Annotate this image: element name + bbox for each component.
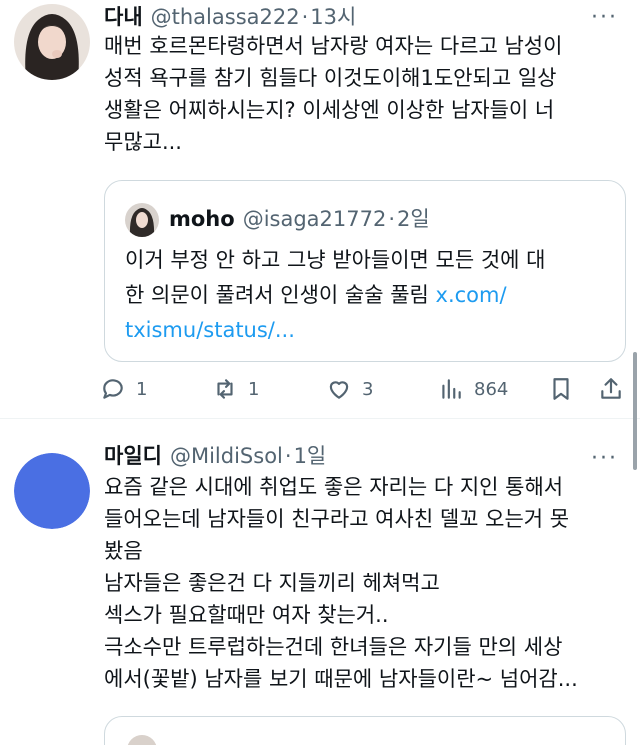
like-button[interactable]: 3 bbox=[326, 374, 373, 404]
user-handle[interactable]: @thalassa222 bbox=[151, 2, 300, 32]
view-count: 864 bbox=[474, 378, 509, 400]
tweet-text-line: 에서(꽃밭) 남자를 보기 때문에 남자들이란~ 넘어감... bbox=[104, 667, 578, 691]
quoted-avatar[interactable] bbox=[125, 203, 159, 237]
avatar-photo bbox=[14, 453, 90, 529]
tweet-text-line: 요즘 같은 시대에 취업도 좋은 자리는 다 지인 통해서 bbox=[104, 475, 564, 499]
tweet-1[interactable]: 다내 @thalassa222 · 13시 ··· 매번 호르몬타령하면서 남자… bbox=[0, 0, 640, 418]
share-icon bbox=[601, 378, 621, 399]
reply-icon bbox=[103, 379, 123, 399]
tweet-text-line: 섹스가 필요할때만 여자 찾는거.. bbox=[104, 603, 389, 627]
like-count: 3 bbox=[362, 378, 374, 400]
quoted-text-line: 이거 부정 안 하고 그냥 받아들이면 모든 것에 대 bbox=[125, 248, 546, 272]
bookmark-icon bbox=[553, 378, 569, 400]
quoted-link[interactable]: x.com/ bbox=[436, 283, 507, 307]
quoted-user-handle[interactable]: @isaga21772 bbox=[243, 203, 387, 235]
quoted-display-name[interactable]: moho bbox=[169, 203, 235, 235]
tweet-text-line: 극소수만 트루럽하는건데 한녀들은 자기들 만의 세상 bbox=[104, 635, 563, 659]
heart-icon bbox=[329, 381, 349, 399]
more-options-icon[interactable]: ··· bbox=[591, 448, 618, 470]
tweet-text-line: 매번 호르몬타령하면서 남자랑 여자는 다르고 남성이 bbox=[104, 34, 563, 58]
avatar-photo bbox=[14, 4, 90, 80]
user-handle[interactable]: @MildiSsol bbox=[170, 441, 283, 471]
separator: · bbox=[301, 5, 309, 29]
avatar[interactable] bbox=[14, 453, 90, 529]
tweet-text-line: 들어오는데 남자들이 친구라고 여사친 델꼬 오는거 못 bbox=[104, 507, 570, 531]
bookmark-button[interactable] bbox=[548, 374, 574, 404]
quoted-tweet-partial[interactable] bbox=[104, 716, 626, 745]
tweet-header: 다내 @thalassa222 · 13시 bbox=[104, 2, 356, 32]
quoted-timestamp[interactable]: 2일 bbox=[397, 203, 430, 235]
retweet-count: 1 bbox=[248, 378, 260, 400]
reply-count: 1 bbox=[136, 378, 148, 400]
quoted-text-segment: 한 의문이 풀려서 인생이 술술 풀림 bbox=[125, 283, 436, 307]
timestamp[interactable]: 1일 bbox=[294, 441, 327, 471]
tweet-header: 마일디 @MildiSsol · 1일 bbox=[104, 441, 326, 471]
timestamp[interactable]: 13시 bbox=[310, 2, 356, 32]
display-name[interactable]: 다내 bbox=[104, 2, 143, 32]
share-button[interactable] bbox=[598, 374, 624, 404]
reply-button[interactable]: 1 bbox=[100, 374, 147, 404]
avatar[interactable] bbox=[14, 4, 90, 80]
quoted-avatar[interactable] bbox=[127, 735, 157, 745]
display-name[interactable]: 마일디 bbox=[104, 441, 162, 471]
quoted-text: 이거 부정 안 하고 그냥 받아들이면 모든 것에 대 한 의문이 풀려서 인생… bbox=[125, 243, 615, 348]
quoted-link[interactable]: txismu/status/... bbox=[125, 313, 615, 348]
tweet-text-line: 무많고... bbox=[104, 130, 182, 154]
tweet-text-line: 봤음 bbox=[104, 539, 143, 563]
tweet-text-line: 성적 욕구를 참기 힘들다 이것도이해1도안되고 일상 bbox=[104, 66, 557, 90]
quoted-text-line: 한 의문이 풀려서 인생이 술술 풀림 x.com/ bbox=[125, 278, 615, 313]
views-button[interactable]: 864 bbox=[438, 374, 508, 404]
retweet-icon bbox=[217, 379, 233, 399]
analytics-icon bbox=[442, 379, 461, 399]
tweet-text: 요즘 같은 시대에 취업도 좋은 자리는 다 지인 통해서 들어오는데 남자들이… bbox=[104, 471, 624, 695]
quoted-tweet[interactable]: moho @isaga21772 · 2일 이거 부정 안 하고 그냥 받아들이… bbox=[104, 180, 626, 362]
tweet-text-line: 생활은 어찌하시는지? 이세상엔 이상한 남자들이 너 bbox=[104, 98, 555, 122]
more-options-icon[interactable]: ··· bbox=[591, 7, 618, 29]
quoted-header: moho @isaga21772 · 2일 bbox=[169, 203, 430, 235]
quoted-avatar-photo bbox=[125, 203, 159, 237]
action-bar: 1 1 3 864 bbox=[100, 374, 632, 404]
tweet-2[interactable]: 마일디 @MildiSsol · 1일 ··· 요즘 같은 시대에 취업도 좋은… bbox=[0, 419, 640, 745]
retweet-button[interactable]: 1 bbox=[212, 374, 259, 404]
tweet-text: 매번 호르몬타령하면서 남자랑 여자는 다르고 남성이 성적 욕구를 참기 힘들… bbox=[104, 30, 624, 158]
separator: · bbox=[284, 444, 292, 468]
tweet-text-line: 남자들은 좋은건 다 지들끼리 헤쳐먹고 bbox=[104, 571, 440, 595]
separator: · bbox=[388, 207, 396, 231]
